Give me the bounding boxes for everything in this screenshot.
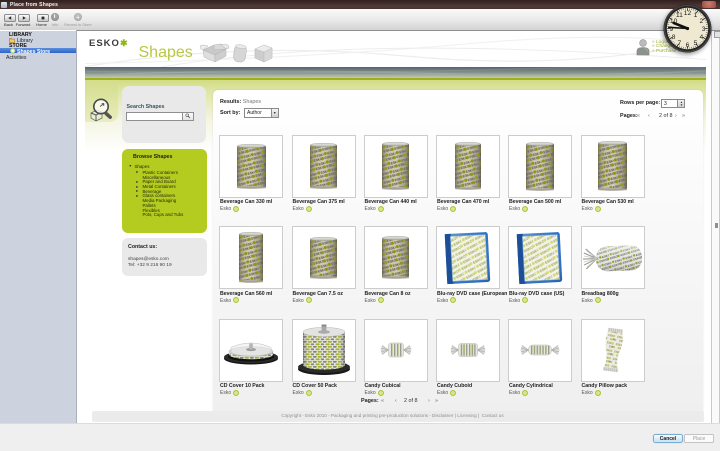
- svg-text:6: 6: [685, 42, 689, 49]
- svg-text:7: 7: [677, 39, 681, 46]
- svg-text:5: 5: [693, 39, 697, 46]
- svg-text:12: 12: [683, 9, 691, 16]
- svg-text:4: 4: [699, 33, 703, 40]
- svg-text:11: 11: [675, 12, 682, 19]
- svg-text:1: 1: [693, 12, 697, 19]
- svg-text:2: 2: [699, 17, 703, 24]
- svg-text:3: 3: [701, 25, 705, 32]
- svg-text:8: 8: [671, 34, 675, 41]
